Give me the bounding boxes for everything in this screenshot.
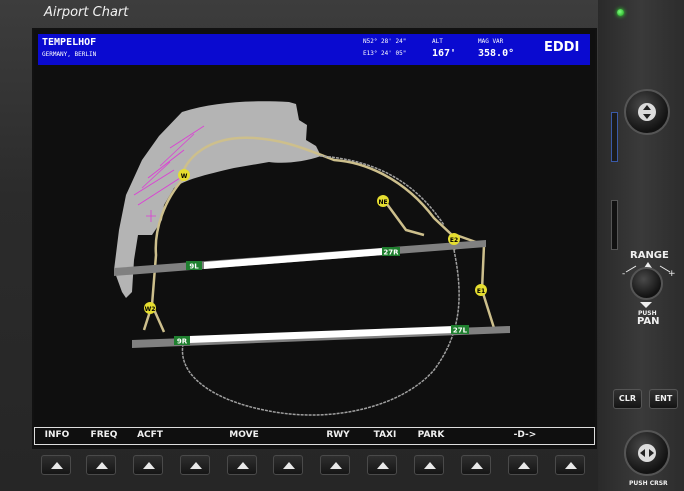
alt-label: ALT — [432, 38, 443, 45]
softkey-12[interactable] — [555, 455, 585, 475]
svg-text:+: + — [668, 269, 676, 279]
taxiway-marker-W2[interactable]: W2 — [144, 302, 156, 314]
up-arrow-icon — [51, 462, 63, 469]
softkey-label-freq: FREQ — [90, 430, 118, 440]
up-down-arrow-icon — [638, 103, 656, 121]
up-arrow-icon — [518, 462, 530, 469]
taxiway-marker-E1[interactable]: E1 — [475, 284, 487, 296]
cursor-knob[interactable] — [624, 430, 670, 476]
up-arrow-icon — [377, 462, 389, 469]
up-arrow-icon — [330, 462, 342, 469]
power-led — [617, 9, 624, 16]
softkey-4[interactable] — [180, 455, 210, 475]
softkey-10[interactable] — [461, 455, 491, 475]
airport-name: TEMPELHOF — [42, 37, 97, 48]
alt-value: 167' — [432, 48, 457, 59]
middle-slider[interactable] — [611, 200, 618, 250]
pan-arrow-icon — [640, 302, 652, 308]
svg-text:27L: 27L — [453, 327, 468, 335]
taxiway-loop — [181, 155, 460, 416]
airport-header: TEMPELHOF GERMANY, BERLIN N52° 28' 24" E… — [38, 34, 590, 65]
softkey-label-direct-to: -D-> — [513, 430, 537, 440]
svg-text:W: W — [181, 173, 188, 180]
softkey-label-taxi: TAXI — [373, 430, 397, 440]
taxiway-marker-W[interactable]: W — [178, 169, 190, 181]
svg-text:9R: 9R — [177, 338, 188, 346]
ent-button[interactable]: ENT — [649, 389, 678, 409]
pan-label: PAN — [637, 316, 660, 327]
softkey-label-park: PARK — [417, 430, 445, 440]
softkey-label-move: MOVE — [229, 430, 259, 440]
softkey-9[interactable] — [414, 455, 444, 475]
icao-code: EDDI — [544, 40, 580, 55]
svg-text:27R: 27R — [383, 249, 399, 257]
runway-label-9L: 9L — [186, 261, 202, 271]
up-arrow-icon — [237, 462, 249, 469]
softkey-6[interactable] — [273, 455, 303, 475]
push-crsr-label: PUSH CRSR — [629, 480, 668, 487]
softkey-3[interactable] — [133, 455, 163, 475]
up-arrow-icon — [565, 462, 577, 469]
taxiway-marker-E2[interactable]: E2 — [448, 233, 460, 245]
softkey-11[interactable] — [508, 455, 538, 475]
runway-9L-27R — [114, 240, 486, 276]
svg-text:-: - — [622, 269, 625, 279]
softkey-5[interactable] — [227, 455, 257, 475]
runway-label-9R: 9R — [174, 336, 190, 346]
latitude: N52° 28' 24" — [363, 38, 407, 45]
runway-label-27R: 27R — [382, 247, 400, 257]
range-knob[interactable] — [630, 267, 663, 300]
softkey-label-info: INFO — [44, 430, 70, 440]
airport-location: GERMANY, BERLIN — [42, 51, 97, 58]
up-arrow-icon — [471, 462, 483, 469]
magvar-value: 358.0° — [478, 48, 515, 59]
upper-knob[interactable] — [624, 89, 670, 135]
svg-text:9L: 9L — [189, 263, 199, 271]
svg-text:W2: W2 — [145, 306, 156, 313]
display-screen: 9L 27R 9R 27L W NE E2 E1 W2 TEMPELHOF GE… — [32, 28, 597, 449]
softkey-label-rwy: RWY — [326, 430, 350, 440]
up-arrow-icon — [424, 462, 436, 469]
softkey-8[interactable] — [367, 455, 397, 475]
up-arrow-icon — [96, 462, 108, 469]
up-arrow-icon — [190, 462, 202, 469]
softkey-2[interactable] — [86, 455, 116, 475]
taxiway-marker-NE[interactable]: NE — [377, 195, 389, 207]
airport-map[interactable]: 9L 27R 9R 27L W NE E2 E1 W2 — [34, 30, 595, 427]
svg-text:E2: E2 — [450, 237, 458, 244]
upper-slider[interactable] — [611, 112, 618, 162]
up-arrow-icon — [283, 462, 295, 469]
softkey-label-acft: ACFT — [137, 430, 163, 440]
svg-text:NE: NE — [378, 199, 387, 206]
window-title: Airport Chart — [44, 5, 129, 20]
runway-label-27L: 27L — [451, 325, 469, 335]
softkey-7[interactable] — [320, 455, 350, 475]
up-arrow-icon — [143, 462, 155, 469]
softkey-label-bar: INFO FREQ ACFT MOVE RWY TAXI PARK -D-> — [34, 427, 595, 445]
clr-button[interactable]: CLR — [613, 389, 642, 409]
longitude: E13° 24' 05" — [363, 50, 407, 57]
magvar-label: MAG VAR — [478, 38, 504, 45]
svg-text:E1: E1 — [477, 288, 485, 295]
softkey-1[interactable] — [41, 455, 71, 475]
left-right-arrow-icon — [638, 444, 656, 462]
